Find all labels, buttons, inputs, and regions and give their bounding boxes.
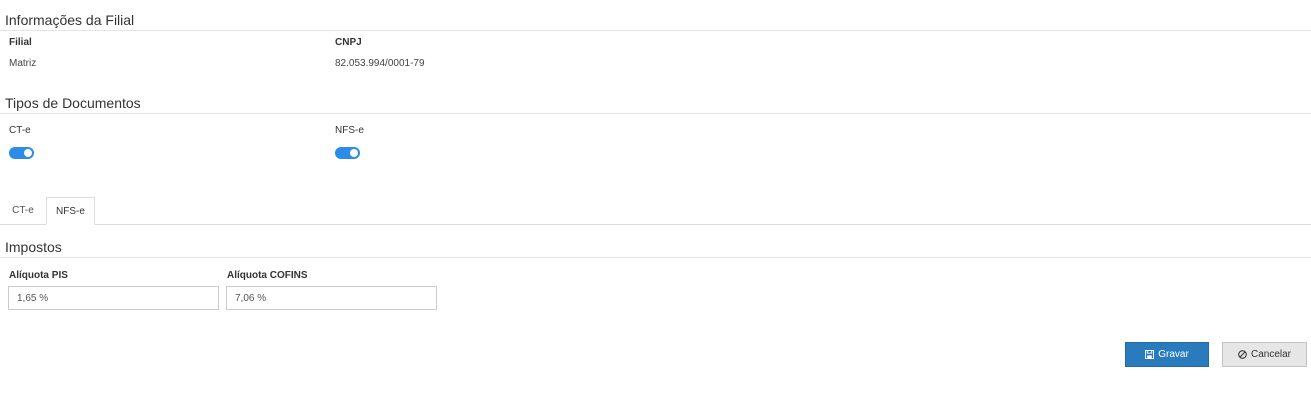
cnpj-value: 82.053.994/0001-79 <box>335 58 425 69</box>
filial-value: Matriz <box>9 58 37 69</box>
save-button[interactable]: Gravar <box>1125 342 1209 367</box>
filial-section-title: Informações da Filial <box>5 12 135 28</box>
filial-label: Filial <box>9 37 32 48</box>
ban-icon <box>1238 350 1247 359</box>
pis-input[interactable] <box>8 286 219 310</box>
cofins-input[interactable] <box>226 286 437 310</box>
tabs-divider <box>0 224 1311 225</box>
cnpj-label: CNPJ <box>335 37 362 48</box>
cancel-button-label: Cancelar <box>1250 349 1292 360</box>
divider <box>0 30 1311 31</box>
cte-toggle-label: CT-e <box>9 125 31 136</box>
floppy-disk-icon <box>1145 350 1155 359</box>
nfse-toggle-label: NFS-e <box>335 125 364 136</box>
divider <box>0 257 1311 258</box>
tab-nfse[interactable]: NFS-e <box>46 197 95 225</box>
pis-label: Alíquota PIS <box>9 270 68 281</box>
toggle-knob <box>24 149 32 157</box>
nfse-toggle[interactable] <box>335 147 360 159</box>
tab-cte[interactable]: CT-e <box>5 197 41 224</box>
cancel-button[interactable]: Cancelar <box>1222 342 1307 367</box>
cofins-label: Alíquota COFINS <box>227 270 308 281</box>
divider <box>0 113 1311 114</box>
toggle-knob <box>350 149 358 157</box>
impostos-section-title: Impostos <box>5 239 62 255</box>
save-button-label: Gravar <box>1158 349 1189 360</box>
cte-toggle[interactable] <box>9 147 34 159</box>
documentos-section-title: Tipos de Documentos <box>5 95 141 111</box>
